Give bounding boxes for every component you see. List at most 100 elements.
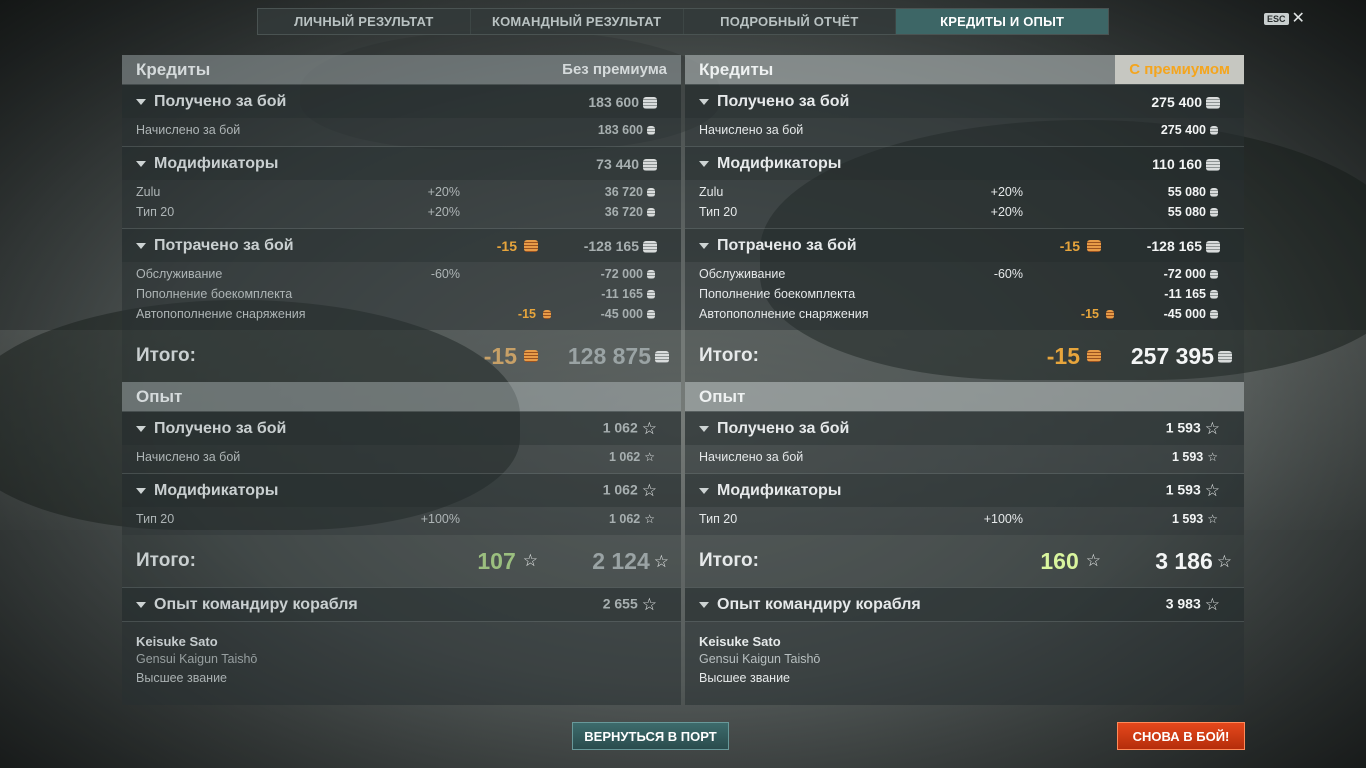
group-value: 1 593 ☆ <box>1165 418 1220 438</box>
commander-rank: Gensui Kaigun Taishō <box>136 652 258 666</box>
list-item: Начислено за бой 1 062 ☆ <box>122 447 681 467</box>
return-to-port-button[interactable]: ВЕРНУТЬСЯ В ПОРТ <box>572 722 729 750</box>
group-label: Опыт командиру корабля <box>154 595 358 613</box>
row-value: -11 165 <box>601 287 655 301</box>
group-label: Модификаторы <box>154 481 279 499</box>
silver-coins-icon <box>1210 208 1218 218</box>
group-header[interactable]: Получено за бой 275 400 <box>685 85 1244 118</box>
group-header[interactable]: Опыт командиру корабля 2 655 ☆ <box>122 588 681 621</box>
row-label: Тип 20 <box>136 205 175 219</box>
silver-coins-icon <box>643 96 657 109</box>
group-label: Модификаторы <box>717 154 842 172</box>
group-label: Получено за бой <box>154 92 287 110</box>
row-label: Начислено за бой <box>136 450 241 464</box>
battle-again-button[interactable]: СНОВА В БОЙ! <box>1117 722 1245 750</box>
silver-coins-icon <box>1206 96 1220 109</box>
total-label: Итого: <box>699 345 759 366</box>
credits-title: Кредиты <box>699 59 774 79</box>
row-label: Автопополнение снаряжения <box>136 307 306 321</box>
row-label: Пополнение боекомплекта <box>136 287 293 301</box>
group-header[interactable]: Получено за бой 183 600 <box>122 85 681 118</box>
row-value: 55 080 <box>1168 185 1218 199</box>
tab-detailed-report[interactable]: ПОДРОБНЫЙ ОТЧЁТ <box>684 9 897 34</box>
commander-name: Keisuke Sato <box>136 634 218 649</box>
group-header[interactable]: Потрачено за бой -15 -128 165 <box>685 229 1244 262</box>
list-item: Начислено за бой 1 593 ☆ <box>685 447 1244 467</box>
total-label: Итого: <box>699 550 759 571</box>
chevron-down-icon <box>136 160 146 167</box>
credits-total: Итого: -15 128 875 <box>122 330 681 382</box>
gold-coins-icon <box>524 350 538 362</box>
group-header[interactable]: Опыт командиру корабля 3 983 ☆ <box>685 588 1244 621</box>
chevron-down-icon <box>699 425 709 432</box>
group-label: Модификаторы <box>717 481 842 499</box>
credits-title: Кредиты <box>136 59 211 79</box>
group-header[interactable]: Получено за бой 1 593 ☆ <box>685 412 1244 445</box>
exp-total-value: 3 186 ☆ <box>1155 547 1232 574</box>
list-item: Обслуживание -60% -72 000 <box>685 264 1244 284</box>
row-percent: -60% <box>430 267 460 281</box>
group-header[interactable]: Потрачено за бой -15 -128 165 <box>122 229 681 262</box>
row-label: Начислено за бой <box>699 450 804 464</box>
group-header[interactable]: Модификаторы 1 593 ☆ <box>685 474 1244 507</box>
close-icon: ✕ <box>1291 10 1305 27</box>
free-exp-total: 160 ☆ <box>1040 547 1101 574</box>
silver-coins-icon <box>1210 126 1218 136</box>
list-item: Обслуживание -60% -72 000 <box>122 264 681 284</box>
group-label: Модификаторы <box>154 154 279 172</box>
row-value: 1 593 ☆ <box>1171 449 1218 465</box>
tab-credits-and-exp[interactable]: КРЕДИТЫ И ОПЫТ <box>896 9 1108 34</box>
silver-coins-icon <box>647 310 655 320</box>
list-item: Начислено за бой 183 600 <box>122 120 681 140</box>
group-value: 110 160 <box>1152 156 1220 172</box>
star-icon: ☆ <box>641 480 657 500</box>
list-item: Тип 20 +100% 1 593 ☆ <box>685 509 1244 529</box>
row-percent: +100% <box>983 512 1023 526</box>
free-exp-total: 107 ☆ <box>477 547 538 574</box>
tab-team-result[interactable]: КОМАНДНЫЙ РЕЗУЛЬТАТ <box>471 9 684 34</box>
star-icon: ☆ <box>1204 418 1220 438</box>
group-header[interactable]: Получено за бой 1 062 ☆ <box>122 412 681 445</box>
group-header[interactable]: Модификаторы 73 440 <box>122 147 681 180</box>
commander-name: Keisuke Sato <box>699 634 781 649</box>
exp-total: Итого: 160 ☆ 3 186 ☆ <box>685 535 1244 587</box>
row-label: Тип 20 <box>699 205 738 219</box>
experience-title: Опыт <box>136 386 183 406</box>
star-icon: ☆ <box>644 450 655 465</box>
list-item: Zulu +20% 36 720 <box>122 182 681 202</box>
commander-exp-group: Опыт командиру корабля 2 655 ☆ <box>122 587 681 621</box>
group-value: 183 600 <box>588 94 657 110</box>
star-icon: ☆ <box>1204 594 1220 614</box>
commander-exp-group: Опыт командиру корабля 3 983 ☆ <box>685 587 1244 621</box>
silver-coins-icon <box>643 158 657 171</box>
row-label: Пополнение боекомплекта <box>699 287 856 301</box>
row-value: -11 165 <box>1164 287 1218 301</box>
group-header[interactable]: Модификаторы 1 062 ☆ <box>122 474 681 507</box>
credits-spent-group: Потрачено за бой -15 -128 165 Обслуживан… <box>685 228 1244 330</box>
tab-personal-result[interactable]: ЛИЧНЫЙ РЕЗУЛЬТАТ <box>258 9 471 34</box>
group-label: Получено за бой <box>717 92 850 110</box>
group-value: 3 983 ☆ <box>1165 594 1220 614</box>
list-item: Пополнение боекомплекта -11 165 <box>122 284 681 304</box>
row-percent: -60% <box>993 267 1023 281</box>
group-label: Получено за бой <box>154 419 287 437</box>
row-percent: +20% <box>427 205 460 219</box>
gold-coins-icon <box>1087 350 1101 362</box>
commander-info: Keisuke Sato Gensui Kaigun Taishō Высшее… <box>122 621 681 705</box>
mode-label: С премиумом <box>1115 55 1244 84</box>
group-header[interactable]: Модификаторы 110 160 <box>685 147 1244 180</box>
row-label: Автопополнение снаряжения <box>699 307 869 321</box>
list-item: Пополнение боекомплекта -11 165 <box>685 284 1244 304</box>
group-value: 1 062 ☆ <box>602 418 657 438</box>
chevron-down-icon <box>136 487 146 494</box>
chevron-down-icon <box>136 425 146 432</box>
row-value: 1 593 ☆ <box>1171 511 1218 527</box>
experience-header: Опыт <box>122 382 681 411</box>
close-button[interactable]: ESC ✕ <box>1264 10 1305 27</box>
commander-status: Высшее звание <box>699 671 790 685</box>
star-icon: ☆ <box>1085 551 1101 570</box>
group-value: 73 440 <box>596 156 657 172</box>
silver-coins-icon <box>643 240 657 253</box>
credits-total: Итого: -15 257 395 <box>685 330 1244 382</box>
star-icon: ☆ <box>1204 480 1220 500</box>
